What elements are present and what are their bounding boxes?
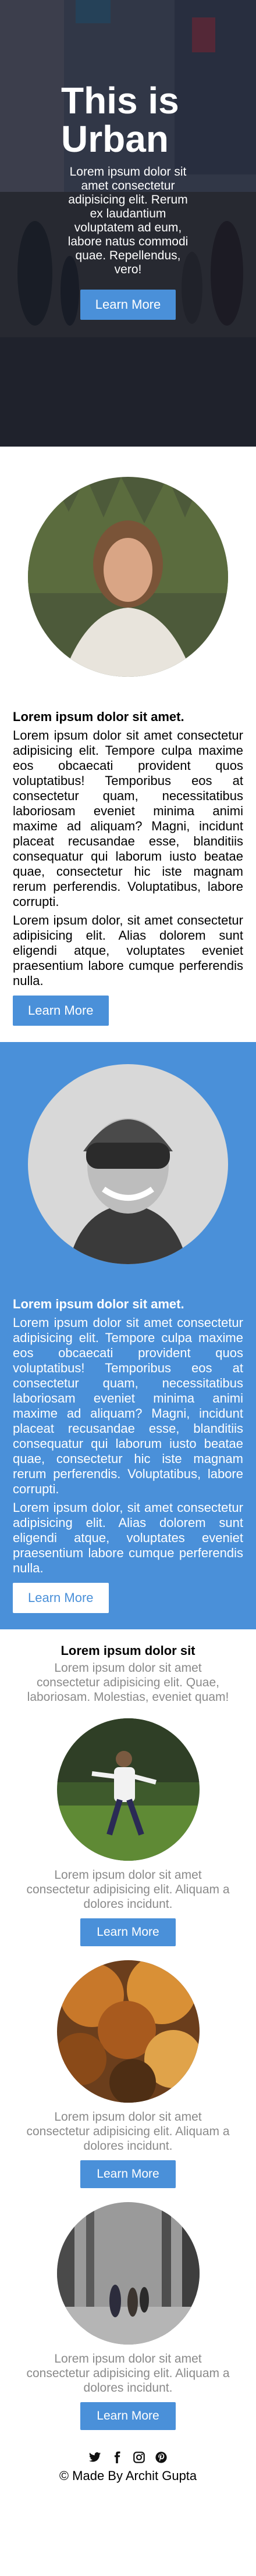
- card-learn-more-button[interactable]: Learn More: [80, 2402, 176, 2430]
- hero-description: Lorem ipsum dolor sit amet consectetur a…: [67, 165, 189, 276]
- profile-section-2: Lorem ipsum dolor sit amet. Lorem ipsum …: [0, 1042, 256, 1629]
- profile-photo-man: [28, 1064, 228, 1264]
- gallery-subtext: Lorem ipsum dolor sit amet consectetur a…: [27, 1661, 229, 1704]
- hero-title: This is Urban: [61, 80, 179, 160]
- hero-learn-more-button[interactable]: Learn More: [80, 290, 176, 320]
- gallery-photo-1: [56, 1718, 200, 1861]
- profile-heading: Lorem ipsum dolor sit amet.: [13, 1297, 184, 1311]
- profile-heading: Lorem ipsum dolor sit amet.: [13, 709, 184, 724]
- profile-photo-woman: [28, 477, 228, 677]
- footer: © Made By Archit Gupta: [0, 2430, 256, 2489]
- profile-paragraph: Lorem ipsum dolor sit amet consectetur a…: [13, 728, 243, 909]
- facebook-icon[interactable]: [111, 2451, 123, 2464]
- gallery-heading: Lorem ipsum dolor sit: [61, 1643, 195, 1658]
- card-learn-more-button[interactable]: Learn More: [80, 1918, 176, 1946]
- gallery-card: Lorem ipsum dolor sit amet consectetur a…: [23, 1718, 233, 1946]
- profile-paragraph: Lorem ipsum dolor sit amet consectetur a…: [13, 1315, 243, 1496]
- profile-learn-more-button[interactable]: Learn More: [13, 996, 109, 1026]
- gallery-section: Lorem ipsum dolor sit Lorem ipsum dolor …: [0, 1629, 256, 2430]
- profile-section-1: Lorem ipsum dolor sit amet. Lorem ipsum …: [0, 447, 256, 1042]
- hero-content: This is Urban Lorem ipsum dolor sit amet…: [0, 81, 256, 320]
- gallery-card: Lorem ipsum dolor sit amet consectetur a…: [23, 2202, 233, 2430]
- card-text: Lorem ipsum dolor sit amet consectetur a…: [26, 2352, 230, 2395]
- card-learn-more-button[interactable]: Learn More: [80, 2160, 176, 2188]
- social-links: [0, 2451, 256, 2464]
- gallery-card: Lorem ipsum dolor sit amet consectetur a…: [23, 1960, 233, 2188]
- twitter-icon[interactable]: [88, 2451, 101, 2464]
- instagram-icon[interactable]: [133, 2451, 145, 2464]
- footer-credit: © Made By Archit Gupta: [59, 2468, 197, 2483]
- profile-learn-more-button[interactable]: Learn More: [13, 1583, 109, 1613]
- card-text: Lorem ipsum dolor sit amet consectetur a…: [26, 2110, 230, 2153]
- profile-paragraph: Lorem ipsum dolor, sit amet consectetur …: [13, 1500, 243, 1575]
- gallery-photo-3: [56, 2202, 200, 2345]
- pinterest-icon[interactable]: [155, 2451, 168, 2464]
- hero-section: This is Urban Lorem ipsum dolor sit amet…: [0, 0, 256, 447]
- gallery-photo-2: [56, 1960, 200, 2103]
- profile-paragraph: Lorem ipsum dolor, sit amet consectetur …: [13, 913, 243, 988]
- card-text: Lorem ipsum dolor sit amet consectetur a…: [26, 1868, 230, 1911]
